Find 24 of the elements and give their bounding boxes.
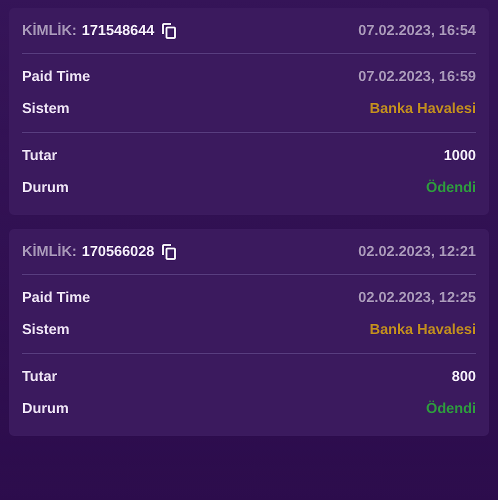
payment-method-value: Banka Havalesi [370,322,476,338]
created-date: 02.02.2023, 12:21 [358,244,476,260]
copy-icon[interactable] [162,244,176,260]
paid-time-value: 02.02.2023, 12:25 [358,290,476,306]
field-label: Sistem [22,101,70,117]
field-label: Tutar [22,369,58,385]
status-value: Ödendi [426,180,476,196]
id-label: KİMLİK: [22,22,77,38]
copy-icon[interactable] [162,22,176,38]
field-label: Durum [22,401,69,417]
created-date: 07.02.2023, 16:54 [358,22,476,38]
field-label: Paid Time [22,290,90,306]
transaction-id: 171548644 [82,22,154,38]
field-label: Sistem [22,322,70,338]
status-value: Ödendi [426,401,476,417]
field-label: Tutar [22,148,58,164]
paid-time-value: 07.02.2023, 16:59 [358,69,476,85]
amount-value: 1000 [444,148,476,164]
id-label: KİMLİK: [22,244,77,260]
transaction-id: 170566028 [82,244,154,260]
field-label: Durum [22,180,69,196]
field-label: Paid Time [22,69,90,85]
payment-method-value: Banka Havalesi [370,101,476,117]
amount-value: 800 [452,369,476,385]
